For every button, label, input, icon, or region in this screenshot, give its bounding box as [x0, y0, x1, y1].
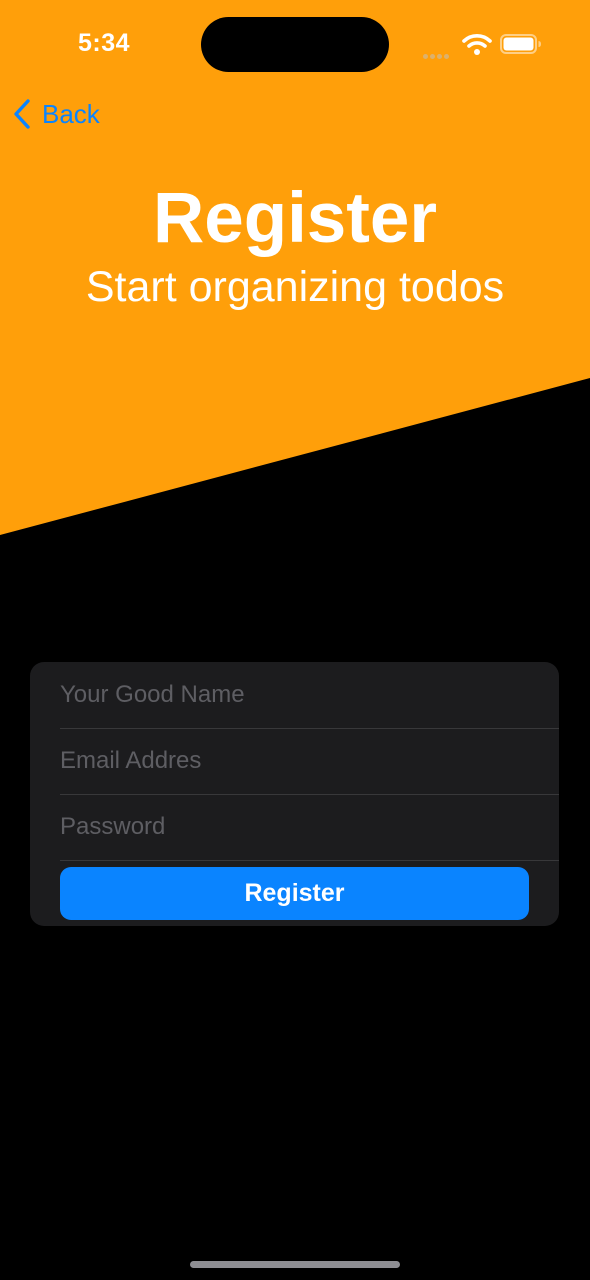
dynamic-island [201, 17, 389, 72]
signal-icon [423, 46, 453, 59]
chevron-left-icon [10, 97, 34, 131]
email-field[interactable] [60, 728, 550, 794]
status-bar: 5:34 [0, 0, 590, 90]
email-field-row [60, 728, 559, 795]
back-button[interactable]: Back [10, 94, 100, 134]
battery-icon [500, 34, 541, 54]
register-button[interactable]: Register [60, 867, 529, 920]
status-time: 5:34 [78, 29, 131, 57]
name-field-row [60, 662, 559, 729]
name-field[interactable] [60, 662, 550, 728]
page-subtitle: Start organizing todos [85, 263, 505, 311]
register-screen: 5:34 Back Register Start organizing todo… [0, 0, 590, 1280]
register-form: Register [30, 662, 559, 926]
page-title: Register [152, 179, 438, 258]
back-label: Back [42, 98, 100, 129]
password-field[interactable] [60, 794, 550, 860]
home-indicator[interactable] [190, 1261, 400, 1268]
wifi-icon [462, 34, 492, 55]
password-field-row [60, 794, 559, 861]
